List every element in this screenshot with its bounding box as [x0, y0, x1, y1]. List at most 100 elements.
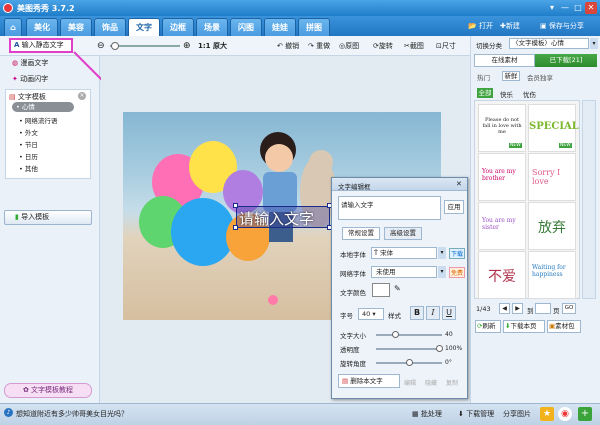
tab-collage[interactable]: 拼图 — [298, 18, 330, 36]
text-overlay[interactable]: 请输入文字 — [239, 208, 314, 229]
opacity-label: 透明度 — [340, 346, 360, 354]
local-font-select[interactable]: Ť 宋体 — [371, 247, 437, 259]
zoom-slider[interactable] — [110, 45, 180, 47]
category-select[interactable]: 〈文字模板〉心情 — [509, 38, 589, 49]
weibo-icon[interactable]: ◉ — [558, 407, 572, 421]
original-size-button[interactable]: 1:1 原大 — [198, 40, 227, 52]
add-icon[interactable]: + — [578, 407, 592, 421]
material-pack-button[interactable]: ▣素材包 — [547, 320, 581, 333]
sticker-item[interactable]: 放弃 — [528, 202, 576, 250]
prev-page-icon[interactable]: ◀ — [499, 303, 510, 314]
collapse-icon[interactable]: × — [78, 92, 86, 100]
tab-doll[interactable]: 娃娃 — [264, 18, 296, 36]
zoom-in-icon[interactable]: ⊕ — [183, 40, 191, 52]
chevron-down-icon[interactable]: ▾ — [438, 266, 446, 278]
download-manager-button[interactable]: ⬇ 下载管理 — [458, 409, 494, 419]
font-download-button[interactable]: 下载 — [449, 248, 466, 259]
sticker-item[interactable]: Waiting for happiness — [528, 251, 576, 299]
filter-sad[interactable]: 忧伤 — [523, 89, 536, 99]
italic-button[interactable]: I — [426, 306, 440, 320]
resize-handle[interactable] — [233, 203, 238, 208]
undo-button[interactable]: ↶ 撤销 — [277, 40, 299, 52]
new-button[interactable]: ✚新建 — [500, 19, 520, 33]
tab-scene[interactable]: 场景 — [196, 18, 228, 36]
dialog-close-icon[interactable]: ✕ — [456, 180, 462, 188]
close-icon[interactable]: ✕ — [585, 2, 597, 14]
tab-online-materials[interactable]: 在线素材 — [474, 54, 535, 67]
batch-button[interactable]: ▦ 批处理 — [412, 409, 442, 419]
tab-beauty[interactable]: 美容 — [60, 18, 92, 36]
import-template-button[interactable]: ▮ 导入模板 — [4, 210, 92, 225]
save-share-button[interactable]: ▣ 保存与分享 — [540, 19, 584, 33]
subtab-fresh[interactable]: 新鲜 — [502, 71, 520, 81]
text-input[interactable]: 请输入文字 — [338, 196, 441, 220]
chevron-down-icon[interactable]: ▾ — [590, 38, 598, 49]
tab-frame[interactable]: 边框 — [162, 18, 194, 36]
redo-button[interactable]: ↷ 重做 — [308, 40, 330, 52]
rotation-slider-thumb[interactable] — [406, 359, 413, 366]
web-font-select[interactable]: 未使用 — [371, 266, 437, 278]
menu-icon[interactable]: ▾ — [546, 2, 558, 14]
go-button[interactable]: GO — [562, 303, 576, 314]
filter-happy[interactable]: 快乐 — [500, 89, 513, 99]
text-size-slider[interactable] — [376, 334, 442, 336]
refresh-button[interactable]: ⟳刷新 — [475, 320, 501, 333]
hide-button[interactable]: 隐藏 — [425, 378, 437, 387]
delete-text-button[interactable]: ▤ 删除本文字 — [338, 374, 400, 388]
template-item-internet-slang[interactable]: • 网络流行语 — [19, 115, 57, 125]
sticker-item[interactable]: You are my brother — [478, 153, 526, 201]
sticker-item[interactable]: Sorry I love — [528, 153, 576, 201]
text-color-swatch[interactable] — [372, 283, 390, 297]
template-tutorial-button[interactable]: ✿ 文字模板教程 — [4, 383, 92, 398]
sticker-item[interactable]: You are my sister — [478, 202, 526, 250]
edit-button[interactable]: 编辑 — [404, 378, 416, 387]
star-icon[interactable]: ★ — [540, 407, 554, 421]
tab-advanced-settings[interactable]: 高级设置 — [384, 227, 422, 240]
tab-beautify[interactable]: 美化 — [26, 18, 58, 36]
copy-button[interactable]: 复制 — [446, 378, 458, 387]
eyedropper-icon[interactable]: ✎ — [394, 284, 401, 293]
next-page-icon[interactable]: ▶ — [512, 303, 523, 314]
crop-button[interactable]: ✂截图 — [404, 40, 424, 52]
rotate-button[interactable]: ⟳旋转 — [373, 40, 393, 52]
template-item-foreign[interactable]: • 外文 — [19, 127, 38, 137]
subtab-hot[interactable]: 热门 — [477, 72, 490, 82]
text-size-slider-thumb[interactable] — [392, 331, 399, 338]
open-button[interactable]: 📂 打开 — [468, 19, 493, 33]
tab-text[interactable]: 文字 — [128, 18, 160, 36]
template-item-mood[interactable]: • 心情 — [12, 102, 74, 112]
resize-handle[interactable] — [233, 225, 238, 230]
chevron-down-icon[interactable]: ▾ — [438, 247, 446, 259]
static-text-button[interactable]: A 输入静态文字 — [9, 38, 73, 53]
maximize-icon[interactable]: □ — [572, 2, 584, 14]
underline-button[interactable]: U — [442, 306, 456, 320]
animated-text-button[interactable]: ✦ 动画闪字 — [9, 72, 87, 86]
trash-icon: ▤ — [342, 377, 349, 385]
opacity-slider[interactable] — [376, 348, 442, 350]
download-page-button[interactable]: ⬇下载本页 — [503, 320, 545, 333]
original-image-button[interactable]: ◎原图 — [339, 40, 359, 52]
dialog-title: 文字编辑框 — [338, 183, 371, 191]
bold-button[interactable]: B — [410, 306, 424, 320]
template-item-festival[interactable]: • 节日 — [19, 139, 38, 149]
opacity-slider-thumb[interactable] — [436, 345, 443, 352]
tab-flash[interactable]: 闪图 — [230, 18, 262, 36]
font-size-select[interactable]: 40 ▾ — [358, 308, 384, 320]
template-item-calendar[interactable]: • 日历 — [19, 151, 38, 161]
filter-all[interactable]: 全部 — [477, 88, 493, 98]
subtab-member[interactable]: 会员独享 — [527, 72, 553, 82]
share-image-button[interactable]: 分享图片 — [503, 409, 531, 419]
tab-general-settings[interactable]: 常规设置 — [342, 227, 380, 240]
size-button[interactable]: ⊡尺寸 — [436, 40, 456, 52]
apply-button[interactable]: 应用 — [444, 200, 464, 214]
home-icon[interactable]: ⌂ — [4, 18, 22, 36]
comic-text-button[interactable]: ◍ 漫画文字 — [9, 56, 87, 70]
tab-accessories[interactable]: 饰品 — [94, 18, 126, 36]
status-tip[interactable]: 想知道附近有多少帅哥美女目光吗？ — [16, 409, 128, 419]
template-item-other[interactable]: • 其他 — [19, 163, 38, 173]
sticker-scrollbar[interactable] — [582, 100, 596, 299]
tab-downloaded[interactable]: 已下载[21] — [535, 54, 597, 67]
page-input[interactable] — [535, 303, 551, 314]
minimize-icon[interactable]: — — [559, 2, 571, 14]
sticker-item[interactable]: 不爱 — [478, 251, 526, 299]
